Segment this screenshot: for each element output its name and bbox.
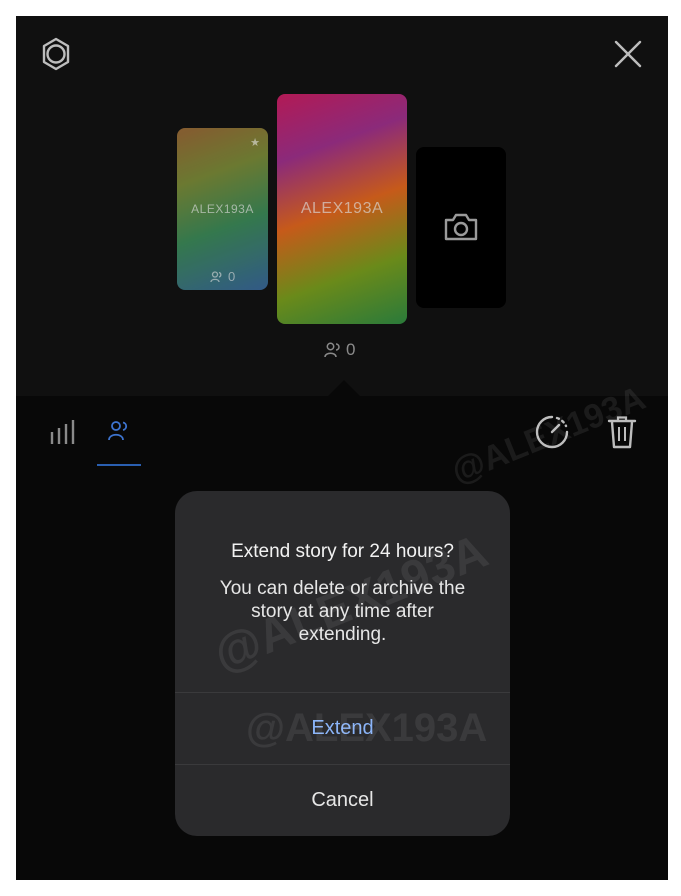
story-username: ALEX193A — [191, 202, 254, 216]
selection-pointer — [328, 380, 360, 396]
star-icon: ★ — [250, 137, 260, 149]
story-screen: ★ ALEX193A 0 ALEX193A 0 Extend story for… — [16, 16, 668, 880]
add-story-card[interactable] — [416, 147, 506, 308]
viewers-icon — [324, 342, 340, 358]
close-icon[interactable] — [610, 36, 646, 72]
story-thumbnail-current[interactable]: ALEX193A — [277, 94, 407, 324]
active-tab-indicator — [97, 464, 141, 466]
story-username: ALEX193A — [300, 200, 384, 217]
watermark-logo: @ALEX193A — [246, 706, 488, 750]
bar-chart-icon[interactable] — [46, 416, 78, 448]
settings-icon[interactable] — [38, 36, 74, 72]
story-preview-area: ★ ALEX193A 0 ALEX193A 0 — [16, 16, 668, 396]
camera-icon — [443, 210, 479, 244]
story-view-count: 0 — [210, 269, 235, 284]
cancel-button[interactable]: Cancel — [175, 764, 510, 836]
viewers-icon — [210, 270, 222, 282]
viewers-tab-icon[interactable] — [104, 416, 134, 446]
story-thumbnail-previous[interactable]: ★ ALEX193A 0 — [177, 128, 268, 290]
current-story-view-count: 0 — [324, 340, 355, 360]
